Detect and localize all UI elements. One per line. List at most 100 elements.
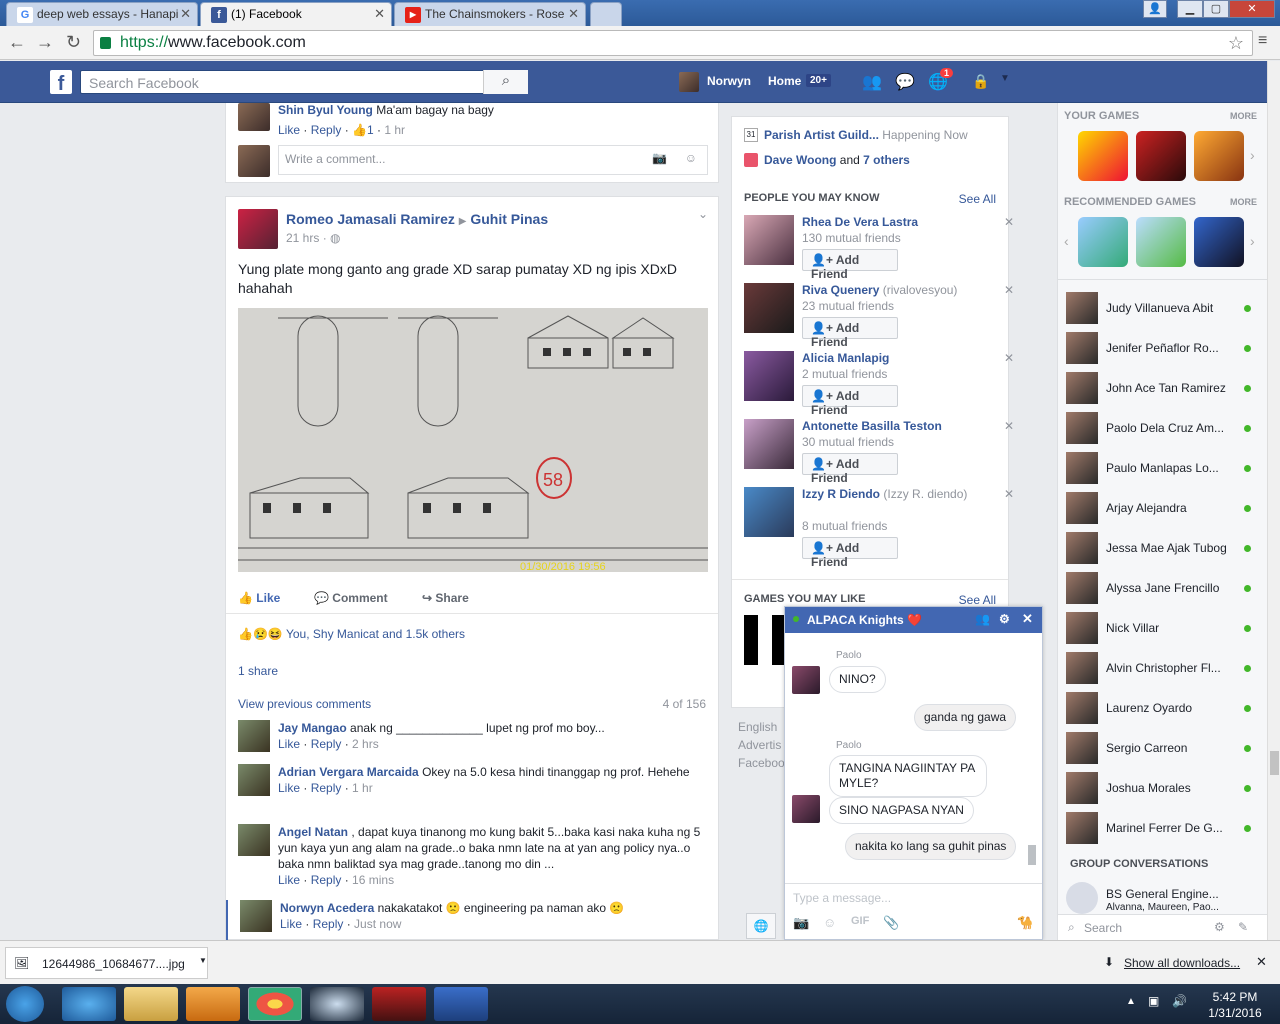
reaction-summary[interactable]: 👍😢😆 You, Shy Manicat and 1.5k others xyxy=(238,627,465,641)
close-icon[interactable]: ✕ xyxy=(1004,487,1014,501)
post-share-button[interactable]: ↪ Share xyxy=(422,591,469,605)
mutual-friends[interactable]: 8 mutual friends xyxy=(802,519,887,533)
view-previous-comments-link[interactable]: View previous comments xyxy=(238,697,371,711)
avatar[interactable] xyxy=(744,419,794,469)
post-photo[interactable]: 58 01/30/2016 19:56 xyxy=(238,308,708,572)
post-time[interactable]: 21 hrs xyxy=(286,231,319,245)
chevron-right-icon[interactable]: › xyxy=(1250,233,1255,249)
camera-icon[interactable]: 📷 xyxy=(793,915,809,931)
close-tab-icon[interactable]: ✕ xyxy=(180,6,191,22)
network-icon[interactable]: ▣ xyxy=(1148,994,1159,1008)
file-explorer-icon[interactable] xyxy=(124,987,178,1021)
profile-link[interactable]: Norwyn xyxy=(707,74,751,88)
footer-links[interactable]: English Advertis Faceboo xyxy=(738,718,785,772)
emoji-icon[interactable]: ☺ xyxy=(685,151,697,165)
chat-message-input[interactable]: Type a message... xyxy=(793,891,891,905)
chat-globe-icon[interactable]: 🌐 xyxy=(746,913,776,939)
contact-item[interactable]: Paolo Dela Cruz Am... xyxy=(1066,412,1256,452)
avatar[interactable] xyxy=(744,215,794,265)
sidebar-search-input[interactable]: ⌕ Search ⚙ ✎ xyxy=(1058,914,1267,940)
tab-facebook[interactable]: f (1) Facebook ✕ xyxy=(200,2,392,26)
comment-like-count[interactable]: 1 xyxy=(367,123,374,137)
mutual-friends[interactable]: 130 mutual friends xyxy=(802,231,901,245)
pymk-name[interactable]: Izzy R Diendo (Izzy R. diendo) xyxy=(802,487,977,501)
word-icon[interactable] xyxy=(434,987,488,1021)
contact-item[interactable]: John Ace Tan Ramirez xyxy=(1066,372,1256,412)
game-icon[interactable] xyxy=(1194,217,1244,267)
birthday-link[interactable]: Dave Woong xyxy=(764,153,836,167)
close-icon[interactable]: ✕ xyxy=(1004,283,1014,297)
privacy-lock-icon[interactable]: 🔒 xyxy=(972,73,989,90)
add-friend-button[interactable]: 👤+ Add Friend xyxy=(802,385,898,417)
bookmark-star-icon[interactable]: ☆ xyxy=(1228,31,1244,55)
write-comment-input[interactable]: Write a comment... 📷 ☺ xyxy=(278,145,708,175)
avatar[interactable] xyxy=(679,72,699,92)
event-link[interactable]: Parish Artist Guild... xyxy=(764,128,879,142)
game-icon[interactable] xyxy=(1136,217,1186,267)
birthday-others-link[interactable]: 7 others xyxy=(863,153,910,167)
post-options-chevron-icon[interactable]: ⌄ xyxy=(698,207,708,221)
account-menu-chevron-icon[interactable]: ▼ xyxy=(1000,73,1010,84)
new-message-icon[interactable]: ✎ xyxy=(1238,920,1248,934)
game-icon[interactable] xyxy=(1078,217,1128,267)
tab-google-search[interactable]: G deep web essays - Hanapi ✕ xyxy=(6,2,198,26)
dota2-icon[interactable] xyxy=(372,987,426,1021)
tab-youtube[interactable]: ▶ The Chainsmokers - Rose ✕ xyxy=(394,2,586,26)
sticker-icon[interactable]: 🐪 xyxy=(1017,915,1033,931)
add-friend-button[interactable]: 👤+ Add Friend xyxy=(802,537,898,569)
share-count-link[interactable]: 1 share xyxy=(238,664,278,678)
comment-reply-link[interactable]: Reply xyxy=(311,873,342,887)
add-people-icon[interactable]: 👥 xyxy=(975,612,990,626)
user-profile-icon[interactable]: 👤 xyxy=(1143,0,1167,18)
volume-icon[interactable]: 🔊 xyxy=(1172,994,1187,1008)
game-thumbnail[interactable] xyxy=(744,615,786,665)
contact-item[interactable]: Jessa Mae Ajak Tubog xyxy=(1066,532,1256,572)
emoji-icon[interactable]: ☺ xyxy=(823,915,836,930)
pymk-name[interactable]: Alicia Manlapig xyxy=(802,351,982,365)
menu-icon[interactable]: ≡ xyxy=(1258,32,1267,50)
comment-author[interactable]: Norwyn Acedera xyxy=(280,901,374,915)
chevron-right-icon[interactable]: › xyxy=(1250,147,1255,163)
internet-explorer-icon[interactable] xyxy=(62,987,116,1021)
comment-author[interactable]: Jay Mangao xyxy=(278,721,347,735)
comment-like-link[interactable]: Like xyxy=(278,781,300,795)
contact-item[interactable]: Alvin Christopher Fl... xyxy=(1066,652,1256,692)
comment-reply-link[interactable]: Reply xyxy=(313,917,344,931)
facebook-logo-icon[interactable]: f xyxy=(50,70,72,95)
game-icon[interactable] xyxy=(1194,131,1244,181)
avatar[interactable] xyxy=(238,764,270,796)
pymk-name[interactable]: Riva Quenery (rivalovesyou) xyxy=(802,283,982,297)
close-icon[interactable]: ✕ xyxy=(1004,351,1014,365)
mutual-friends[interactable]: 23 mutual friends xyxy=(802,299,894,313)
post-like-button[interactable]: 👍 Like xyxy=(238,591,280,605)
scrollbar-thumb[interactable] xyxy=(1270,751,1279,775)
show-all-downloads-link[interactable]: Show all downloads... xyxy=(1124,956,1240,970)
close-window-button[interactable]: ✕ xyxy=(1229,0,1275,18)
recommended-games-more-link[interactable]: MORE xyxy=(1230,197,1257,207)
pymk-name[interactable]: Rhea De Vera Lastra xyxy=(802,215,982,229)
reload-icon[interactable]: ↻ xyxy=(66,32,81,53)
comment-like-link[interactable]: Like xyxy=(280,917,302,931)
close-icon[interactable]: ✕ xyxy=(1004,215,1014,229)
close-tab-icon[interactable]: ✕ xyxy=(374,6,385,22)
media-player-icon[interactable] xyxy=(186,987,240,1021)
avatar[interactable] xyxy=(744,487,794,537)
game-icon[interactable] xyxy=(1078,131,1128,181)
chevron-down-icon[interactable]: ▼ xyxy=(199,956,207,965)
messages-icon[interactable]: 💬 xyxy=(895,72,915,92)
new-tab-button[interactable] xyxy=(590,2,622,26)
forward-icon[interactable]: → xyxy=(36,32,54,53)
comment-like-link[interactable]: Like xyxy=(278,873,300,887)
comment-like-link[interactable]: Like xyxy=(278,123,300,137)
mutual-friends[interactable]: 30 mutual friends xyxy=(802,435,894,449)
reaction-count-link[interactable]: You, Shy Manicat and 1.5k others xyxy=(286,627,465,641)
close-icon[interactable]: ✕ xyxy=(1256,954,1267,970)
download-item[interactable]: 🖼 12644986_10684677....jpg ▼ xyxy=(5,947,208,979)
contact-item[interactable]: Paulo Manlapas Lo... xyxy=(1066,452,1256,492)
friend-requests-icon[interactable]: 👥 xyxy=(862,72,882,92)
contact-item[interactable]: Alyssa Jane Frencillo xyxy=(1066,572,1256,612)
see-all-link[interactable]: See All xyxy=(959,192,996,206)
system-clock[interactable]: 5:42 PM 1/31/2016 xyxy=(1200,989,1270,1021)
gear-icon[interactable]: ⚙ xyxy=(999,612,1010,626)
minimize-button[interactable]: ▁ xyxy=(1177,0,1203,18)
